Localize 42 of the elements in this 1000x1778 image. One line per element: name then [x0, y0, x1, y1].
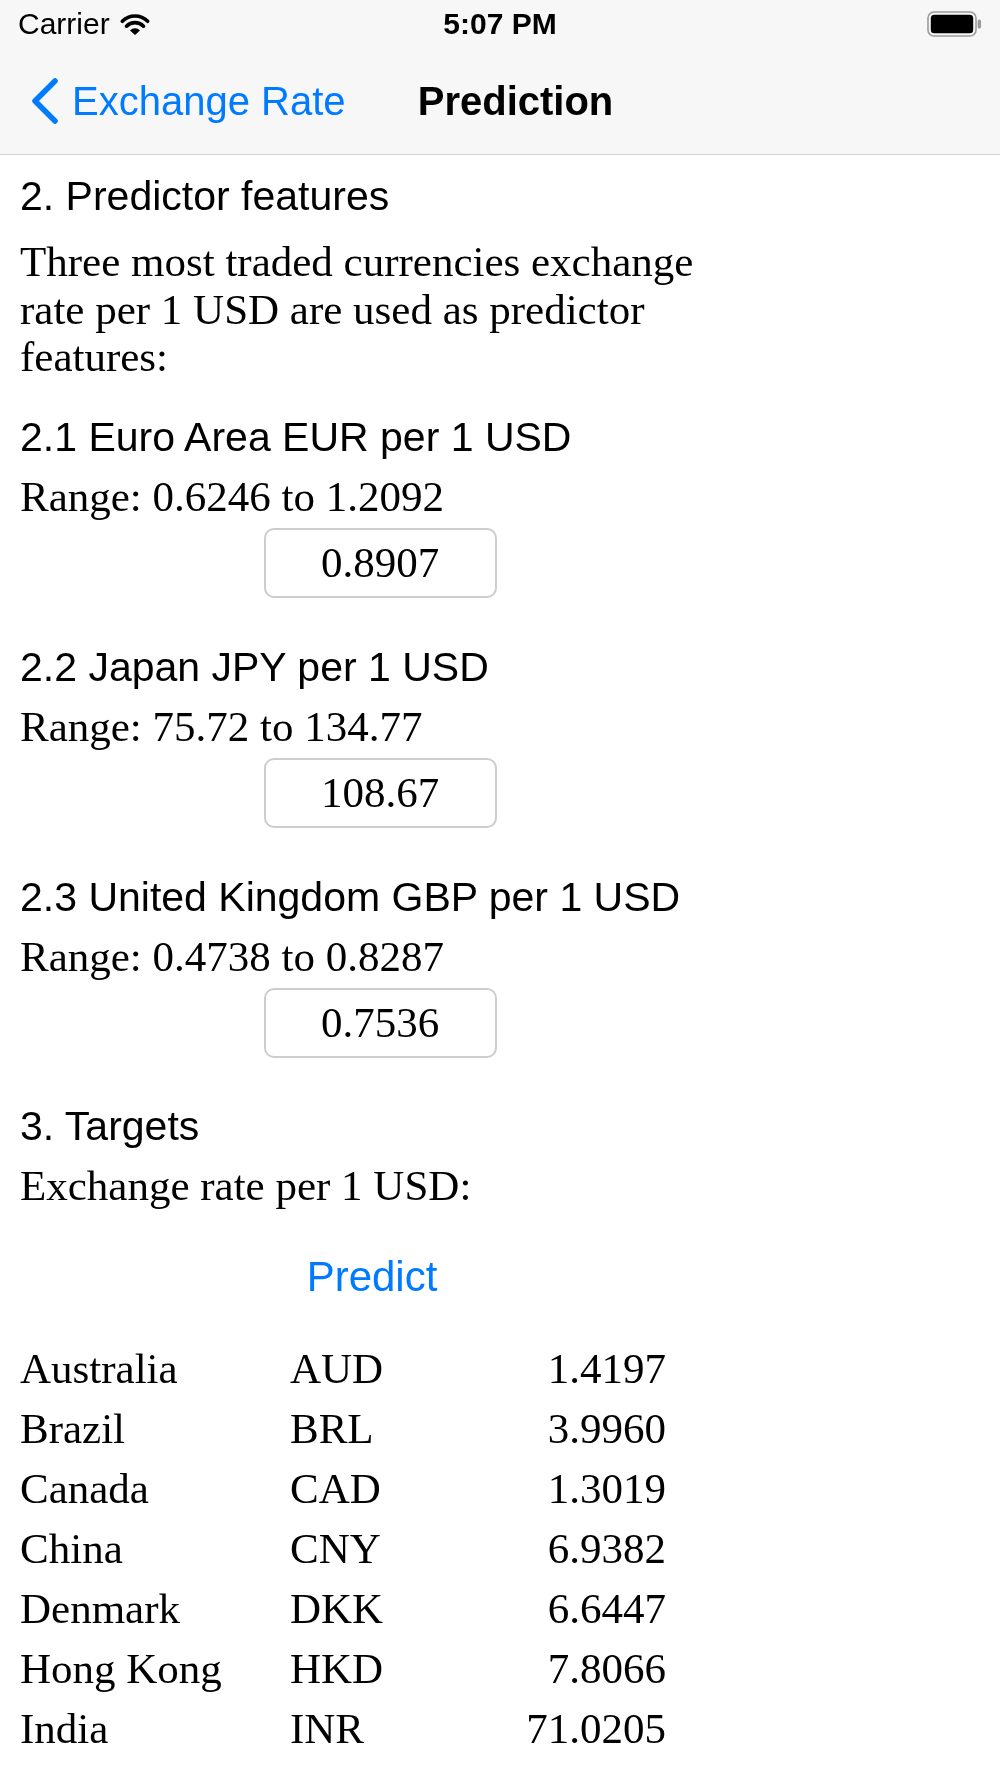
rate-value: 1.4197	[547, 1344, 666, 1393]
country-name: Hong Kong	[20, 1644, 222, 1693]
predict-button[interactable]: Predict	[306, 1252, 438, 1301]
carrier-label: Carrier	[18, 6, 110, 42]
feature-heading: 2.2 Japan JPY per 1 USD	[20, 642, 489, 691]
country-name: Australia	[20, 1344, 178, 1393]
country-name: Denmark	[20, 1584, 180, 1633]
section-heading: 2. Predictor features	[20, 172, 390, 220]
currency-code: AUD	[290, 1344, 384, 1393]
range-text: Range: 75.72 to 134.77	[20, 702, 423, 751]
description-text: Three most traded currencies exchange rate per 1 USD are used as predictor features:	[20, 238, 695, 381]
rate-value: 1.3019	[547, 1464, 666, 1513]
feature-heading: 2.3 United Kingdom GBP per 1 USD	[20, 872, 681, 921]
country-name: China	[20, 1524, 123, 1573]
value-field[interactable]: 0.7536	[263, 987, 497, 1058]
currency-code: CAD	[290, 1464, 381, 1513]
section-heading: 3. Targets	[20, 1101, 200, 1150]
value-field[interactable]: 0.8907	[263, 527, 497, 598]
wifi-icon	[118, 12, 151, 36]
currency-code: CNY	[290, 1524, 381, 1573]
currency-code: BRL	[290, 1404, 374, 1453]
rate-value: 71.0205	[526, 1704, 666, 1753]
status-time: 5:07 PM	[443, 7, 557, 40]
rate-value: 3.9960	[547, 1404, 666, 1453]
rate-value: 6.6447	[547, 1584, 666, 1633]
description-text: Exchange rate per 1 USD:	[20, 1161, 472, 1210]
range-text: Range: 0.4738 to 0.8287	[20, 932, 444, 981]
country-name: Brazil	[20, 1404, 126, 1453]
back-button[interactable]: Exchange Rate	[31, 77, 346, 125]
country-name: Canada	[20, 1464, 149, 1513]
currency-code: INR	[290, 1704, 365, 1753]
battery-icon	[927, 11, 982, 37]
currency-code: DKK	[290, 1584, 384, 1633]
country-name: India	[20, 1704, 109, 1753]
rate-value: 6.9382	[547, 1524, 666, 1573]
feature-heading: 2.1 Euro Area EUR per 1 USD	[20, 412, 572, 461]
rate-value: 7.8066	[547, 1644, 666, 1693]
value-field[interactable]: 108.67	[263, 757, 497, 828]
range-text: Range: 0.6246 to 1.2092	[20, 472, 444, 521]
chevron-icon	[31, 78, 59, 124]
currency-code: HKD	[290, 1644, 384, 1693]
nav-title: Prediction	[417, 79, 614, 123]
